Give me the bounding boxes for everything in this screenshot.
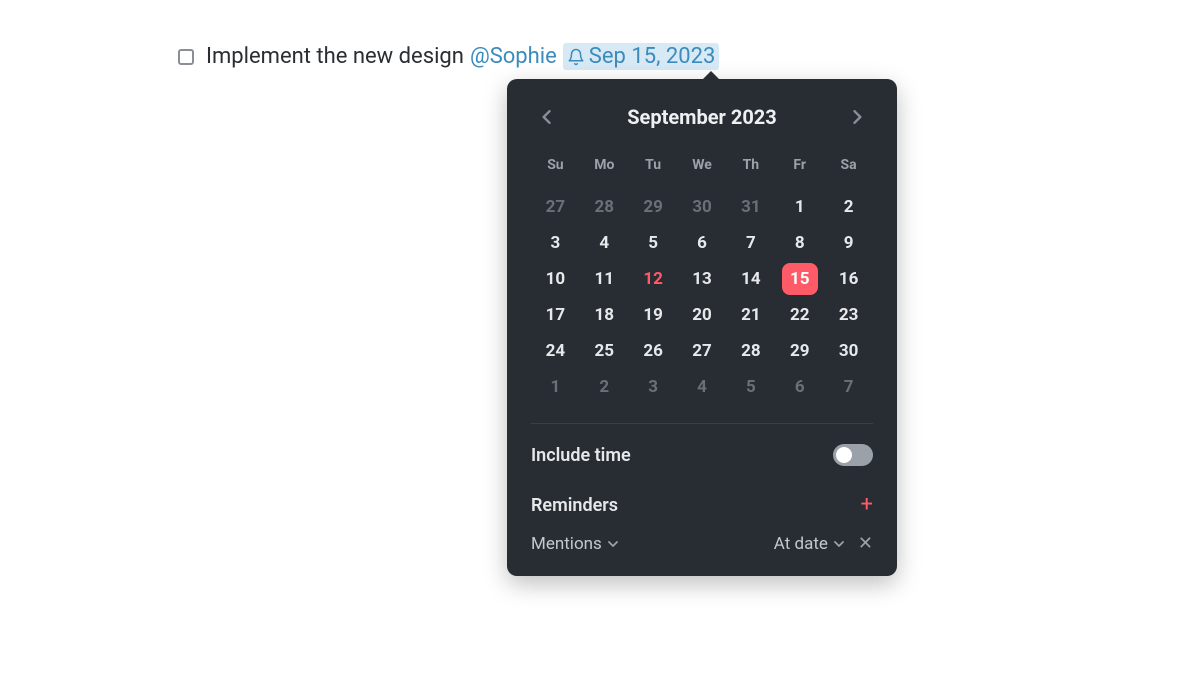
- task-text: Implement the new design: [206, 44, 464, 69]
- reminder-when-select[interactable]: At date: [774, 534, 844, 554]
- calendar-day[interactable]: 20: [678, 297, 727, 333]
- calendar-day[interactable]: 30: [678, 189, 727, 225]
- calendar-day[interactable]: 16: [824, 261, 873, 297]
- calendar-day[interactable]: 3: [629, 369, 678, 405]
- weekday: We: [678, 151, 727, 179]
- calendar-day[interactable]: 7: [824, 369, 873, 405]
- calendar-day[interactable]: 7: [726, 225, 775, 261]
- reminder-entry: Mentions At date ✕: [531, 534, 873, 554]
- calendar-day[interactable]: 26: [629, 333, 678, 369]
- task-checkbox[interactable]: [178, 49, 194, 65]
- calendar-day[interactable]: 22: [775, 297, 824, 333]
- calendar-day[interactable]: 29: [629, 189, 678, 225]
- calendar-header: September 2023: [531, 99, 873, 129]
- calendar-day[interactable]: 12: [629, 261, 678, 297]
- task-mention[interactable]: @Sophie: [470, 44, 557, 69]
- reminder-type-value: Mentions: [531, 534, 602, 554]
- calendar-grid: 2728293031123456789101112131415161718192…: [531, 189, 873, 405]
- calendar-day[interactable]: 14: [726, 261, 775, 297]
- calendar-day[interactable]: 28: [580, 189, 629, 225]
- calendar-day[interactable]: 2: [580, 369, 629, 405]
- calendar-day[interactable]: 13: [678, 261, 727, 297]
- calendar-day[interactable]: 24: [531, 333, 580, 369]
- weekday-row: Su Mo Tu We Th Fr Sa: [531, 151, 873, 179]
- prev-month-button[interactable]: [535, 106, 557, 128]
- reminder-when-value: At date: [774, 534, 828, 554]
- week-row: 10111213141516: [531, 261, 873, 297]
- calendar-day[interactable]: 15: [775, 261, 824, 297]
- calendar-day[interactable]: 1: [775, 189, 824, 225]
- weekday: Fr: [775, 151, 824, 179]
- chevron-down-icon: [834, 540, 844, 548]
- options-section: Include time Reminders + Mentions At dat…: [531, 423, 873, 554]
- task-date-chip[interactable]: Sep 15, 2023: [563, 43, 720, 70]
- bell-icon: [567, 48, 585, 66]
- calendar-day[interactable]: 27: [531, 189, 580, 225]
- calendar-day[interactable]: 25: [580, 333, 629, 369]
- week-row: 24252627282930: [531, 333, 873, 369]
- include-time-toggle[interactable]: [833, 444, 873, 466]
- calendar-day[interactable]: 27: [678, 333, 727, 369]
- calendar-day[interactable]: 6: [775, 369, 824, 405]
- date-picker-popover: September 2023 Su Mo Tu We Th Fr Sa 2728…: [507, 79, 897, 576]
- add-reminder-button[interactable]: +: [861, 494, 873, 516]
- calendar-day[interactable]: 6: [678, 225, 727, 261]
- include-time-label: Include time: [531, 445, 631, 466]
- calendar-day[interactable]: 31: [726, 189, 775, 225]
- reminders-label: Reminders: [531, 495, 618, 516]
- calendar-day[interactable]: 9: [824, 225, 873, 261]
- calendar-day[interactable]: 21: [726, 297, 775, 333]
- week-row: 17181920212223: [531, 297, 873, 333]
- calendar-day[interactable]: 4: [580, 225, 629, 261]
- next-month-button[interactable]: [847, 106, 869, 128]
- calendar-day[interactable]: 23: [824, 297, 873, 333]
- calendar-day[interactable]: 5: [726, 369, 775, 405]
- calendar-day[interactable]: 11: [580, 261, 629, 297]
- weekday: Su: [531, 151, 580, 179]
- calendar-title: September 2023: [627, 105, 777, 129]
- calendar-day[interactable]: 28: [726, 333, 775, 369]
- calendar-day[interactable]: 4: [678, 369, 727, 405]
- calendar-day[interactable]: 30: [824, 333, 873, 369]
- week-row: 1234567: [531, 369, 873, 405]
- calendar-day[interactable]: 17: [531, 297, 580, 333]
- weekday: Th: [726, 151, 775, 179]
- task-date-label: Sep 15, 2023: [589, 44, 716, 69]
- calendar-day[interactable]: 8: [775, 225, 824, 261]
- task-line: Implement the new design @Sophie Sep 15,…: [178, 43, 719, 70]
- reminder-type-select[interactable]: Mentions: [531, 534, 618, 554]
- chevron-down-icon: [608, 540, 618, 548]
- reminders-header-row: Reminders +: [531, 494, 873, 516]
- calendar-day[interactable]: 19: [629, 297, 678, 333]
- weekday: Sa: [824, 151, 873, 179]
- weekday: Mo: [580, 151, 629, 179]
- calendar-day[interactable]: 18: [580, 297, 629, 333]
- calendar-day[interactable]: 29: [775, 333, 824, 369]
- calendar-day[interactable]: 1: [531, 369, 580, 405]
- calendar-day[interactable]: 3: [531, 225, 580, 261]
- include-time-row: Include time: [531, 444, 873, 466]
- weekday: Tu: [629, 151, 678, 179]
- calendar-day[interactable]: 2: [824, 189, 873, 225]
- calendar-day[interactable]: 10: [531, 261, 580, 297]
- week-row: 272829303112: [531, 189, 873, 225]
- week-row: 3456789: [531, 225, 873, 261]
- remove-reminder-button[interactable]: ✕: [858, 535, 873, 553]
- calendar-day[interactable]: 5: [629, 225, 678, 261]
